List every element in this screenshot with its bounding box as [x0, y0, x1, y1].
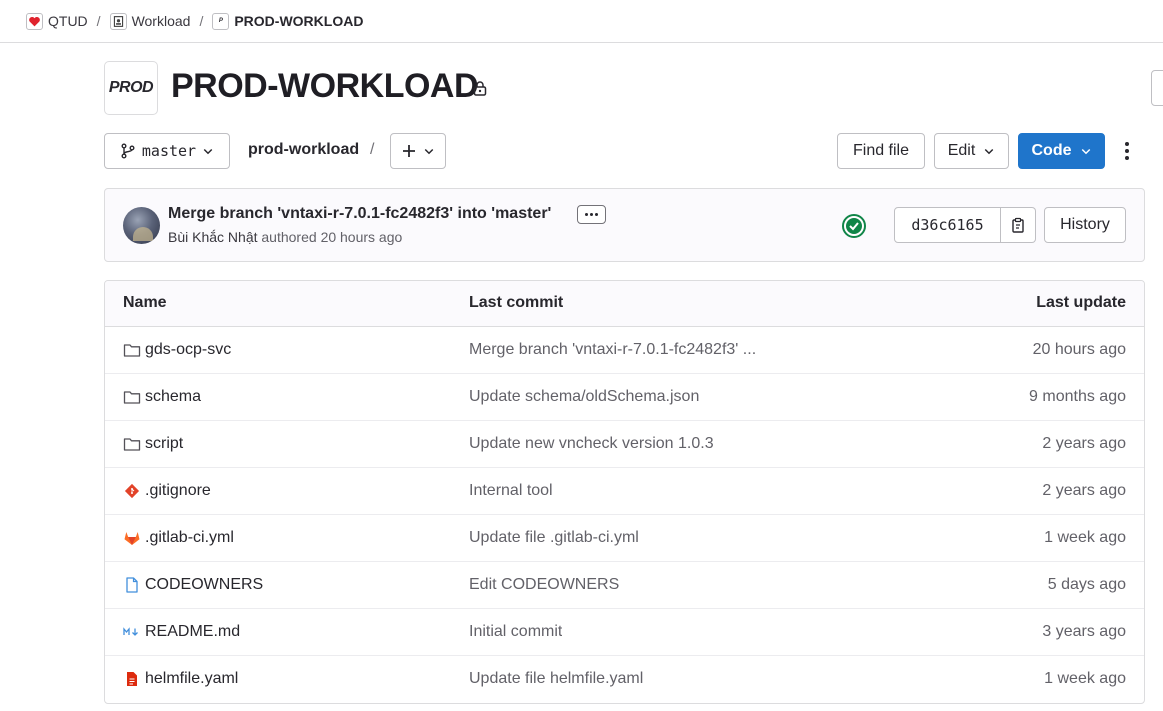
- breadcrumb: QTUD / Workload / P PROD-WORKLOAD: [0, 0, 1163, 43]
- copy-sha-button[interactable]: [1001, 207, 1036, 243]
- file-name-link[interactable]: .gitlab-ci.yml: [145, 529, 234, 547]
- code-dropdown-button[interactable]: Code: [1018, 133, 1105, 169]
- last-update-time: 20 hours ago: [1032, 341, 1126, 358]
- branch-selector[interactable]: master: [104, 133, 230, 169]
- last-update-time: 2 years ago: [1042, 482, 1126, 499]
- last-commit-link[interactable]: Update new vncheck version 1.0.3: [469, 435, 714, 453]
- breadcrumb-separator: /: [199, 13, 204, 29]
- toggle-commit-description-button[interactable]: [577, 205, 606, 224]
- more-actions-kebab-icon[interactable]: [1117, 140, 1137, 162]
- table-row[interactable]: helmfile.yaml Update file helmfile.yaml 1 …: [105, 656, 1144, 703]
- last-update-time: 3 years ago: [1042, 623, 1126, 640]
- table-row[interactable]: .gitignore Internal tool 2 years ago: [105, 468, 1144, 515]
- chevron-down-icon: [985, 148, 994, 155]
- repository-path-link[interactable]: prod-workload: [248, 141, 359, 159]
- prod-logo-icon: P: [212, 12, 230, 30]
- file-name-link[interactable]: script: [145, 435, 183, 453]
- file-name-link[interactable]: helmfile.yaml: [145, 670, 238, 688]
- group-logo-icon: [109, 12, 127, 30]
- find-file-button[interactable]: Find file: [837, 133, 925, 169]
- commit-meta: Bùi Khắc Nhật authored 20 hours ago: [168, 229, 402, 245]
- commit-author[interactable]: Bùi Khắc Nhật: [168, 229, 258, 245]
- last-update-time: 1 week ago: [1044, 529, 1126, 546]
- breadcrumb-item-qtud[interactable]: QTUD: [26, 12, 88, 30]
- project-avatar: PROD: [104, 61, 158, 115]
- last-update-time: 1 week ago: [1044, 670, 1126, 687]
- last-update-time: 2 years ago: [1042, 435, 1126, 452]
- chevron-down-icon: [424, 148, 434, 155]
- heart-logo-icon: [26, 12, 43, 30]
- last-commit-link[interactable]: Internal tool: [469, 482, 553, 500]
- breadcrumb-separator: /: [96, 13, 101, 29]
- path-separator: /: [370, 141, 375, 158]
- pipeline-passed-icon[interactable]: [842, 214, 866, 238]
- chevron-down-icon: [1081, 148, 1090, 155]
- commit-sha-group: d36c6165: [894, 207, 1036, 243]
- column-header-last-update: Last update: [1036, 294, 1126, 311]
- table-row[interactable]: gds-ocp-svc Merge branch 'vntaxi-r-7.0.1-…: [105, 327, 1144, 374]
- branch-icon: [121, 143, 135, 159]
- table-row[interactable]: schema Update schema/oldSchema.json 9 mont…: [105, 374, 1144, 421]
- file-name-link[interactable]: .gitignore: [145, 482, 211, 500]
- avatar[interactable]: [123, 207, 160, 244]
- lock-icon: [473, 81, 487, 96]
- table-row[interactable]: .gitlab-ci.yml Update file .gitlab-ci.yml…: [105, 515, 1144, 562]
- table-header: Name Last commit Last update: [105, 281, 1144, 327]
- last-update-time: 9 months ago: [1029, 388, 1126, 405]
- file-name-link[interactable]: README.md: [145, 623, 240, 641]
- file-icon: [123, 577, 141, 593]
- code-label: Code: [1031, 142, 1072, 159]
- file-name-link[interactable]: gds-ocp-svc: [145, 341, 231, 359]
- breadcrumb-label: QTUD: [48, 13, 88, 29]
- column-header-name: Name: [123, 294, 167, 311]
- last-commit-link[interactable]: Merge branch 'vntaxi-r-7.0.1-fc2482f3' .…: [469, 341, 756, 359]
- branch-name: master: [141, 142, 197, 160]
- edit-dropdown-button[interactable]: Edit: [934, 133, 1009, 169]
- edit-label: Edit: [947, 142, 976, 159]
- yaml-file-icon: [123, 671, 141, 687]
- breadcrumb-item-workload[interactable]: Workload: [109, 12, 191, 30]
- file-name-link[interactable]: CODEOWNERS: [145, 576, 263, 594]
- commit-time: 20 hours ago: [320, 229, 403, 245]
- last-commit-panel: Merge branch 'vntaxi-r-7.0.1-fc2482f3' i…: [104, 188, 1145, 262]
- plus-icon: [403, 145, 415, 157]
- commit-sha[interactable]: d36c6165: [894, 207, 1001, 243]
- chevron-down-icon: [203, 148, 213, 155]
- last-commit-link[interactable]: Update file helmfile.yaml: [469, 670, 643, 688]
- last-commit-link[interactable]: Update file .gitlab-ci.yml: [469, 529, 639, 547]
- breadcrumb-item-prod-workload[interactable]: P PROD-WORKLOAD: [212, 12, 364, 30]
- page-title: PROD-WORKLOAD: [171, 67, 479, 105]
- last-update-time: 5 days ago: [1047, 576, 1126, 593]
- table-row[interactable]: CODEOWNERS Edit CODEOWNERS 5 days ago: [105, 562, 1144, 609]
- column-header-last-commit: Last commit: [469, 294, 564, 311]
- folder-icon: [123, 389, 141, 405]
- table-row[interactable]: README.md Initial commit 3 years ago: [105, 609, 1144, 656]
- file-tree-table: Name Last commit Last update gds-ocp-svc…: [104, 280, 1145, 704]
- file-name-link[interactable]: schema: [145, 388, 201, 406]
- gitlab-icon: [123, 530, 141, 546]
- header-action-button[interactable]: [1151, 70, 1163, 106]
- last-commit-link[interactable]: Update schema/oldSchema.json: [469, 388, 699, 406]
- folder-icon: [123, 342, 141, 358]
- commit-action: authored: [261, 229, 317, 245]
- last-commit-link[interactable]: Edit CODEOWNERS: [469, 576, 619, 594]
- table-row[interactable]: script Update new vncheck version 1.0.3 2 …: [105, 421, 1144, 468]
- history-button[interactable]: History: [1044, 207, 1126, 243]
- breadcrumb-label: PROD-WORKLOAD: [234, 13, 364, 29]
- last-commit-link[interactable]: Initial commit: [469, 623, 562, 641]
- git-icon: [123, 483, 141, 499]
- clipboard-icon: [1012, 217, 1024, 233]
- breadcrumb-label: Workload: [131, 13, 191, 29]
- markdown-icon: [123, 624, 141, 640]
- commit-title-link[interactable]: Merge branch 'vntaxi-r-7.0.1-fc2482f3' i…: [168, 205, 551, 223]
- folder-icon: [123, 436, 141, 452]
- add-to-tree-button[interactable]: [390, 133, 446, 169]
